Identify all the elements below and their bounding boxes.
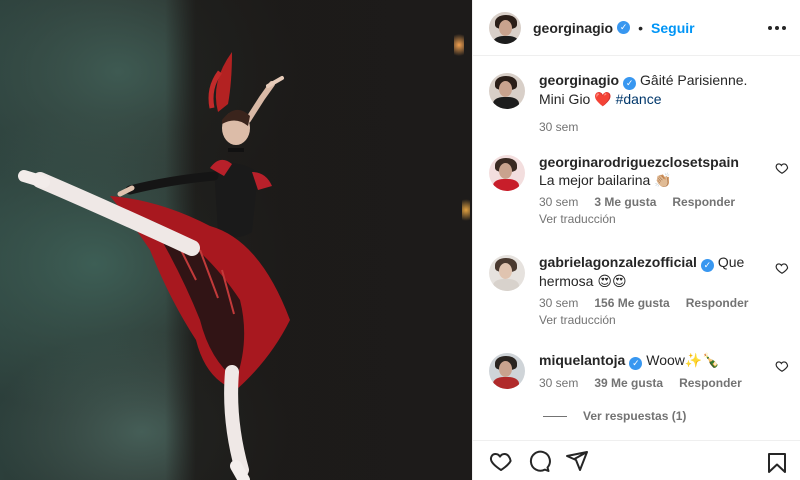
post-header: georginagio ✓ • Seguir — [473, 0, 800, 56]
comment-likes-count[interactable]: 156 Me gusta — [594, 296, 669, 310]
comment-username[interactable]: miquelantoja — [539, 352, 625, 368]
verified-badge-icon: ✓ — [617, 21, 631, 34]
comment-username[interactable]: gabrielagonzalezofficial — [539, 254, 697, 270]
commenter-avatar[interactable] — [489, 353, 525, 389]
comment-like-heart-icon[interactable] — [775, 261, 789, 275]
ballerina-illustration — [18, 52, 290, 480]
verified-badge-icon: ✓ — [623, 77, 637, 90]
comment-likes-count[interactable]: 3 Me gusta — [594, 195, 656, 209]
comment-item: gabrielagonzalezofficial ✓ Que hermosa 😍😍… — [489, 253, 789, 328]
caption-hashtag-link[interactable]: #dance — [616, 91, 662, 107]
post-side-panel: georginagio ✓ • Seguir georginagio ✓ Gâit… — [472, 0, 800, 480]
caption-time[interactable]: 30 sem — [539, 120, 578, 134]
comment-text: Woow✨🍾 — [646, 352, 720, 368]
instagram-post-view: georginagio ✓ • Seguir georginagio ✓ Gâit… — [0, 0, 800, 480]
comment-icon[interactable] — [527, 449, 551, 473]
replies-divider-line — [543, 415, 567, 417]
commenter-avatar[interactable] — [489, 255, 525, 291]
comment-time[interactable]: 30 sem — [539, 376, 578, 390]
post-caption: georginagio ✓ Gâité Parisienne. Mini Gio … — [489, 71, 789, 134]
more-options-icon[interactable] — [765, 16, 789, 40]
comment-time[interactable]: 30 sem — [539, 195, 578, 209]
post-actions-bar — [473, 440, 800, 480]
reply-button[interactable]: Responder — [672, 195, 735, 209]
verified-badge-icon: ✓ — [629, 357, 643, 370]
comment-likes-count[interactable]: 39 Me gusta — [594, 376, 663, 390]
comment-item: georginarodriguezclosetspain La mejor ba… — [489, 153, 789, 227]
comment-text: La mejor bailarina 👏🏼 — [539, 172, 672, 188]
view-replies-button[interactable]: Ver respuestas (1) — [543, 409, 686, 423]
header-separator: • — [638, 19, 644, 36]
post-photo[interactable] — [0, 0, 472, 480]
comments-list[interactable]: georginagio ✓ Gâité Parisienne. Mini Gio … — [473, 57, 800, 439]
view-replies-label: Ver respuestas (1) — [583, 409, 687, 423]
see-translation-button[interactable]: Ver traducción — [539, 312, 757, 328]
caption-username[interactable]: georginagio — [539, 72, 619, 88]
see-translation-button[interactable]: Ver traducción — [539, 211, 757, 227]
commenter-avatar[interactable] — [489, 155, 525, 191]
reply-button[interactable]: Responder — [686, 296, 749, 310]
heart-icon[interactable] — [489, 449, 513, 473]
comment-like-heart-icon[interactable] — [775, 161, 789, 175]
comment-item: miquelantoja ✓ Woow✨🍾 30 sem 39 Me gusta … — [489, 351, 789, 390]
comment-like-heart-icon[interactable] — [775, 359, 789, 373]
author-username[interactable]: georginagio — [533, 20, 613, 36]
reply-button[interactable]: Responder — [679, 376, 742, 390]
send-icon[interactable] — [565, 449, 589, 473]
follow-button[interactable]: Seguir — [651, 20, 695, 36]
caption-avatar[interactable] — [489, 73, 525, 109]
verified-badge-icon: ✓ — [700, 259, 714, 272]
author-avatar[interactable] — [489, 11, 521, 44]
bookmark-icon[interactable] — [765, 451, 789, 475]
comment-username[interactable]: georginarodriguezclosetspain — [539, 154, 739, 170]
comment-time[interactable]: 30 sem — [539, 296, 578, 310]
